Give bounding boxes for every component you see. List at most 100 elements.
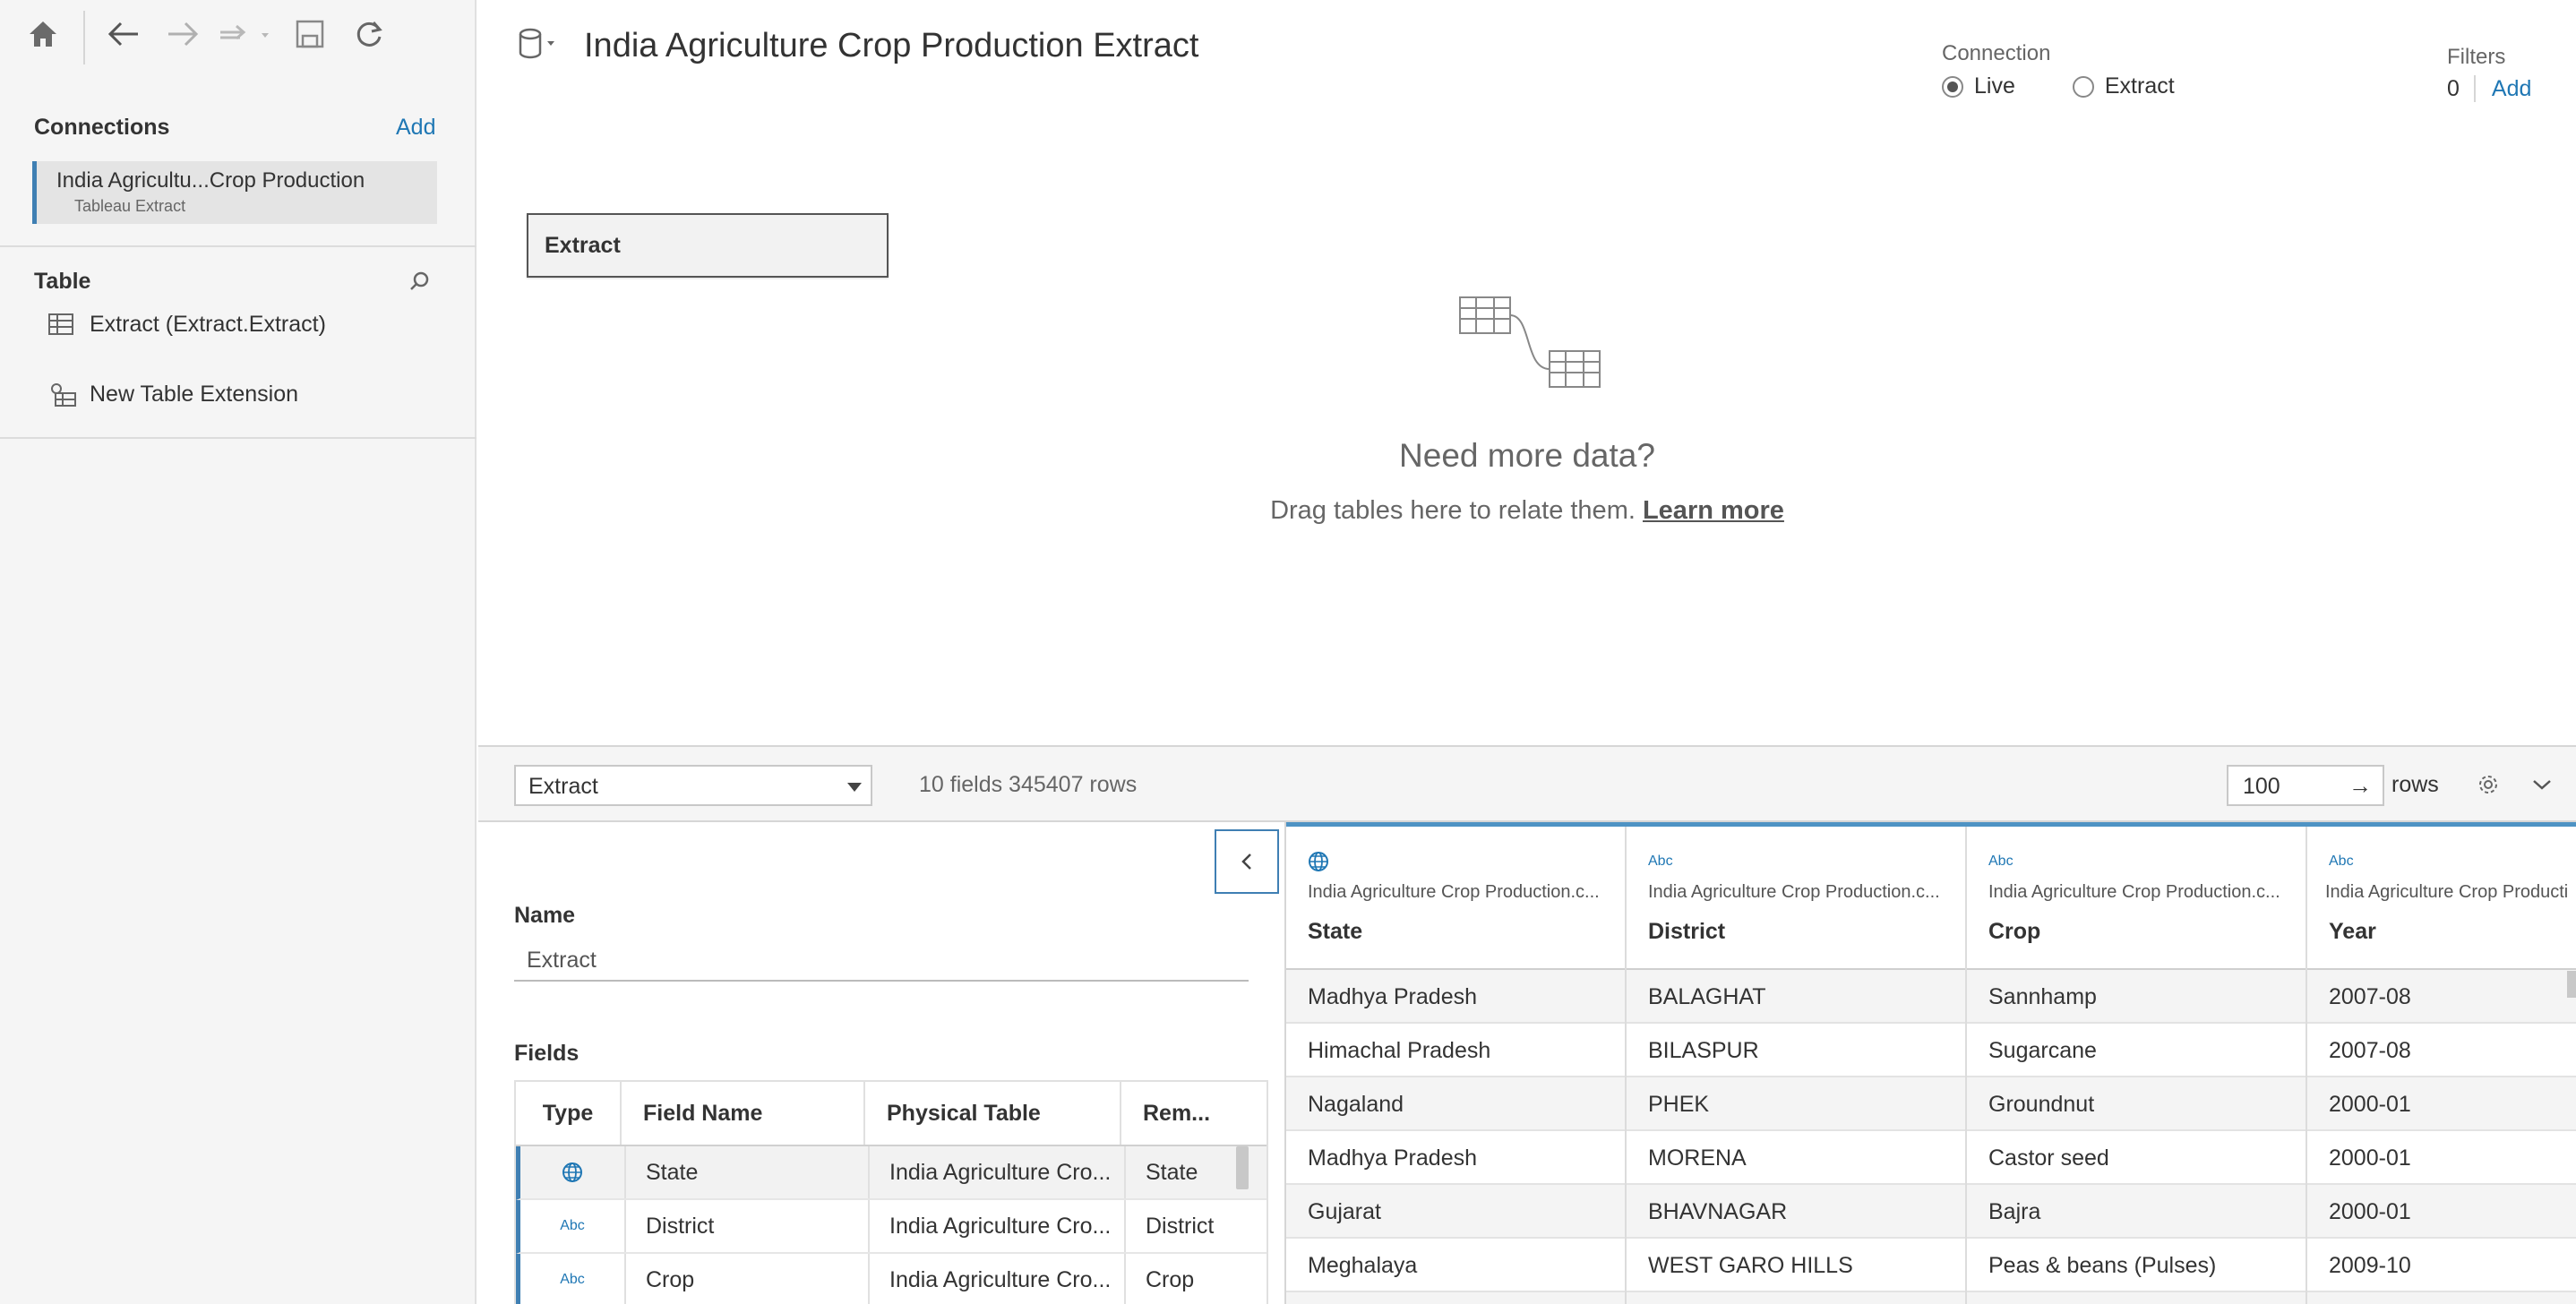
page-title[interactable]: India Agriculture Crop Production Extrac… xyxy=(584,27,1198,65)
field-type-cell[interactable]: Abc xyxy=(520,1254,626,1304)
back-icon[interactable] xyxy=(102,13,145,56)
connection-label: Connection xyxy=(1942,41,2051,65)
table-item-extract[interactable]: Extract (Extract.Extract) xyxy=(48,310,326,339)
home-icon[interactable] xyxy=(21,13,64,56)
globe-icon[interactable] xyxy=(1308,851,1329,872)
grid-cell[interactable]: Meghalaya xyxy=(1286,1239,1625,1292)
grid-columns: India Agriculture Crop Production.c... S… xyxy=(1286,827,2576,1304)
grid-cell[interactable]: 2000-01 xyxy=(2307,1131,2576,1185)
field-row-crop[interactable]: Abc Crop India Agriculture Cro... Crop xyxy=(516,1254,1267,1304)
grid-cell[interactable]: Himachal Pradesh xyxy=(1286,1024,1625,1077)
fields-scrollbar[interactable] xyxy=(1236,1146,1249,1189)
grid-column-header[interactable]: Abc India Agriculture Crop Production.c.… xyxy=(1627,827,1965,970)
grid-scrollbar[interactable] xyxy=(2567,971,2576,998)
save-icon[interactable] xyxy=(288,13,331,56)
extract-label: Extract xyxy=(2104,73,2175,99)
add-connection-link[interactable]: Add xyxy=(396,115,435,141)
grid-cell[interactable]: Peas & beans (Pulses) xyxy=(1967,1239,2306,1292)
grid-cell[interactable]: Bajra xyxy=(1967,1185,2306,1239)
filters-separator xyxy=(2473,75,2476,102)
grid-column-header[interactable]: Abc India Agriculture Crop Production.c.… xyxy=(1967,827,2306,970)
grid-cell[interactable]: Sugarcane xyxy=(1967,1024,2306,1077)
collapse-panel-button[interactable] xyxy=(1215,829,1279,894)
grid-cell[interactable] xyxy=(2307,1292,2576,1304)
grid-cell[interactable] xyxy=(1967,1292,2306,1304)
forward-icon[interactable] xyxy=(161,13,204,56)
extract-radio[interactable] xyxy=(2072,75,2094,98)
grid-cell[interactable]: WEST GARO HILLS xyxy=(1627,1239,1965,1292)
fields-label: Fields xyxy=(514,1041,580,1066)
grid-column-header[interactable]: Abc India Agriculture Crop Producti Year xyxy=(2307,827,2576,970)
field-name-cell: State xyxy=(626,1146,870,1198)
grid-cell[interactable]: 2007-08 xyxy=(2307,970,2576,1024)
table-icon xyxy=(48,310,79,339)
table-extension-icon xyxy=(48,380,79,408)
column-header-type[interactable]: Type xyxy=(516,1082,622,1145)
physical-table-cell: India Agriculture Cro... xyxy=(870,1146,1126,1198)
sidebar: Connections Add India Agricultu...Crop P… xyxy=(0,0,477,1304)
string-type-icon[interactable]: Abc xyxy=(2329,854,2354,870)
grid-cell[interactable]: Groundnut xyxy=(1967,1077,2306,1131)
grid-cell[interactable]: 2009-10 xyxy=(2307,1239,2576,1292)
field-type-cell[interactable] xyxy=(520,1146,626,1198)
column-header-physical-table[interactable]: Physical Table xyxy=(865,1082,1121,1145)
filters: Filters 0 Add xyxy=(2447,45,2531,102)
column-field-name: District xyxy=(1648,919,1726,944)
grid-cell[interactable] xyxy=(1627,1292,1965,1304)
string-type-icon: Abc xyxy=(560,1272,585,1287)
data-source-title-row: India Agriculture Crop Production Extrac… xyxy=(518,27,1198,65)
fields-table-header: Type Field Name Physical Table Rem... xyxy=(516,1082,1267,1146)
gear-icon[interactable] xyxy=(2470,767,2506,802)
globe-icon xyxy=(562,1162,582,1182)
field-type-cell[interactable]: Abc xyxy=(520,1200,626,1252)
arrow-right-icon[interactable]: → xyxy=(2348,772,2372,800)
table-item-new-extension[interactable]: New Table Extension xyxy=(48,380,298,408)
grid-cell[interactable]: BILASPUR xyxy=(1627,1024,1965,1077)
string-type-icon[interactable]: Abc xyxy=(1988,854,2014,870)
toolbar xyxy=(0,0,477,68)
field-row-district[interactable]: Abc District India Agriculture Cro... Di… xyxy=(516,1200,1267,1254)
need-more-data-title: Need more data? xyxy=(1399,437,1655,474)
remote-field-cell: Crop xyxy=(1146,1266,1195,1292)
grid-cell[interactable]: Madhya Pradesh xyxy=(1286,970,1625,1024)
table-select-value: Extract xyxy=(528,774,598,799)
live-radio[interactable] xyxy=(1942,75,1963,98)
learn-more-link[interactable]: Learn more xyxy=(1643,496,1784,525)
grid-column-header[interactable]: India Agriculture Crop Production.c... S… xyxy=(1286,827,1625,970)
column-header-remote[interactable]: Rem... xyxy=(1121,1082,1247,1145)
grid-cell[interactable]: MORENA xyxy=(1627,1131,1965,1185)
drag-tables-hint: Drag tables here to relate them. xyxy=(1270,496,1636,525)
grid-cell[interactable]: Castor seed xyxy=(1967,1131,2306,1185)
add-filter-link[interactable]: Add xyxy=(2492,76,2531,102)
grid-cell[interactable]: 2007-08 xyxy=(2307,1024,2576,1077)
grid-cell[interactable] xyxy=(1286,1292,1625,1304)
grid-cell[interactable]: Nagaland xyxy=(1286,1077,1625,1131)
refresh-icon[interactable] xyxy=(348,13,391,56)
field-name-cell: District xyxy=(626,1200,870,1252)
grid-cell[interactable]: Sannhamp xyxy=(1967,970,2306,1024)
grid-cell[interactable]: PHEK xyxy=(1627,1077,1965,1131)
rows-input[interactable]: 100 → xyxy=(2227,765,2384,806)
database-dropdown-icon[interactable] xyxy=(518,28,562,64)
table-heading: Table xyxy=(34,269,91,294)
connection-item[interactable]: India Agricultu...Crop Production Tablea… xyxy=(32,161,437,224)
grid-cell[interactable]: 2000-01 xyxy=(2307,1077,2576,1131)
string-type-icon[interactable]: Abc xyxy=(1648,854,1673,870)
relate-tables-icon xyxy=(1458,296,1601,399)
grid-column-district: Abc India Agriculture Crop Production.c.… xyxy=(1627,827,1967,1304)
chevron-down-icon[interactable] xyxy=(2524,767,2560,802)
filters-label: Filters xyxy=(2447,45,2506,69)
table-name-input[interactable]: Extract xyxy=(514,940,1249,982)
name-label: Name xyxy=(514,903,576,928)
column-header-field-name[interactable]: Field Name xyxy=(622,1082,865,1145)
logical-table-extract[interactable]: Extract xyxy=(527,213,889,278)
grid-cell[interactable]: BALAGHAT xyxy=(1627,970,1965,1024)
grid-cell[interactable]: Madhya Pradesh xyxy=(1286,1131,1625,1185)
table-select[interactable]: Extract xyxy=(514,765,872,806)
grid-cell[interactable]: Gujarat xyxy=(1286,1185,1625,1239)
search-icon[interactable] xyxy=(408,270,430,296)
grid-cell[interactable]: 2000-01 xyxy=(2307,1185,2576,1239)
field-row-state[interactable]: State India Agriculture Cro... State xyxy=(516,1146,1267,1200)
grid-cell[interactable]: BHAVNAGAR xyxy=(1627,1185,1965,1239)
paste-dropdown-icon[interactable] xyxy=(215,13,278,56)
